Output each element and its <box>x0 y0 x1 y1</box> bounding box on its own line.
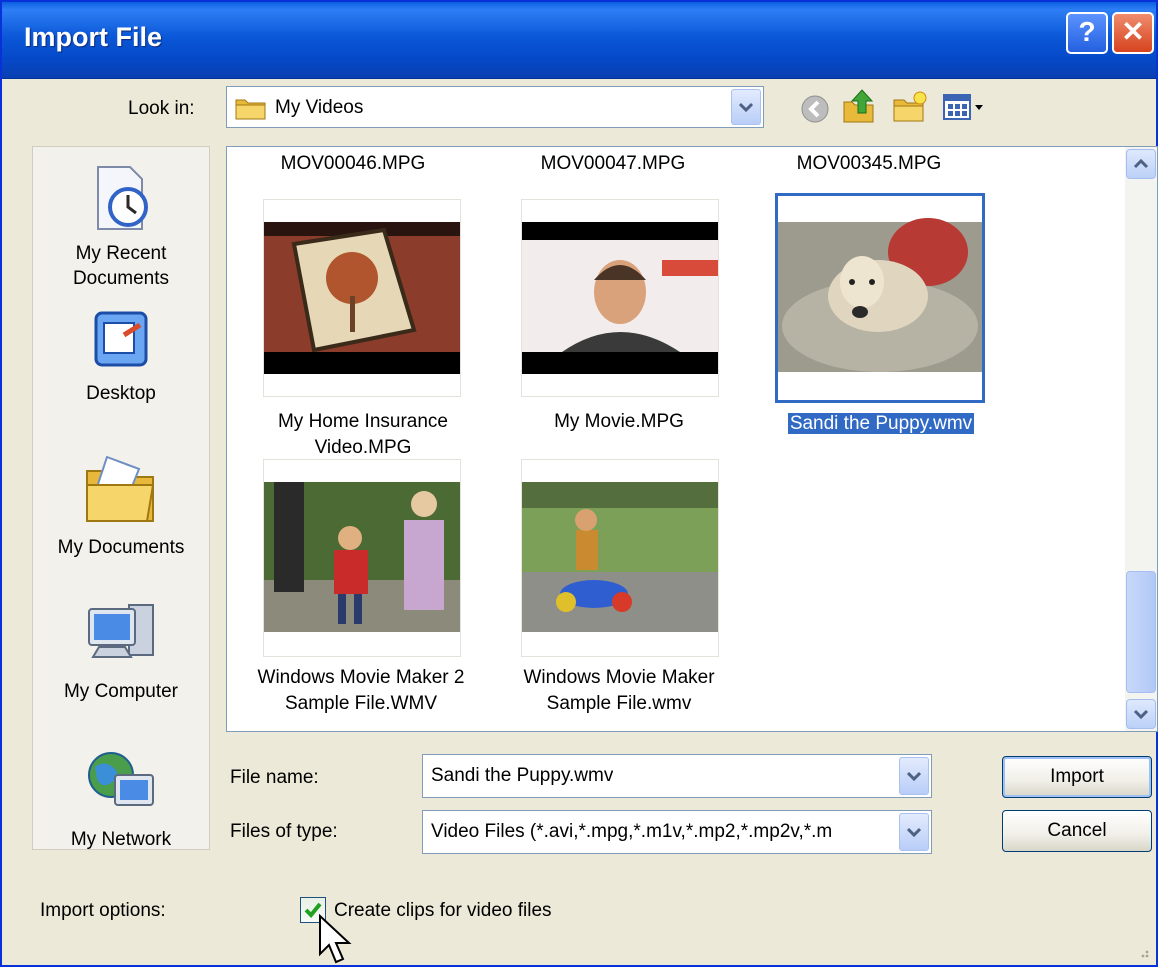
file-item-caption-selected[interactable]: Sandi the Puppy.wmv <box>761 411 1001 437</box>
place-label: My Network <box>70 829 172 850</box>
close-icon: ✕ <box>1121 16 1145 47</box>
up-one-level-icon[interactable] <box>842 88 876 124</box>
recent-documents-icon <box>97 166 148 230</box>
file-item-label: Video.MPG <box>314 437 412 458</box>
file-thumbnail[interactable] <box>521 199 719 397</box>
look-in-value: My Videos <box>275 97 364 118</box>
file-thumbnail[interactable] <box>263 459 461 657</box>
file-name-input[interactable]: Sandi the Puppy.wmv <box>431 765 613 787</box>
my-documents-icon <box>86 455 155 522</box>
place-my-recent-documents[interactable]: My Recent Documents <box>33 161 209 291</box>
help-icon: ? <box>1078 16 1096 47</box>
files-of-type-value: Video Files (*.avi,*.mpg,*.m1v,*.mp2,*.m… <box>431 821 833 842</box>
file-item-label: My Home Insurance <box>277 411 448 432</box>
import-file-dialog: Import File ? ✕ Look in: My Videos My Re… <box>0 0 1158 967</box>
chevron-down-icon <box>907 771 921 781</box>
place-label: My Recent <box>75 243 167 264</box>
file-item-caption[interactable]: My Movie.MPG <box>499 409 739 435</box>
title-bar[interactable]: Import File ? ✕ <box>2 2 1156 79</box>
chevron-down-icon <box>1133 709 1149 720</box>
place-label: Desktop <box>86 383 156 404</box>
import-options-label: Import options: <box>40 900 166 921</box>
file-list-view[interactable]: MOV00046.MPG MOV00047.MPG MOV00345.MPG M… <box>226 146 1158 732</box>
file-item-label: Sandi the Puppy.wmv <box>787 413 975 434</box>
file-name-label[interactable]: MOV00046.MPG <box>253 153 453 175</box>
look-in-dropdown[interactable]: My Videos <box>226 86 764 128</box>
desktop-icon <box>94 311 148 367</box>
back-icon[interactable] <box>800 94 830 124</box>
vertical-scrollbar[interactable] <box>1125 147 1157 731</box>
my-computer-icon <box>88 604 154 658</box>
folder-icon <box>235 99 266 120</box>
new-folder-icon[interactable] <box>892 90 928 124</box>
file-item-caption[interactable]: My Home Insurance Video.MPG <box>243 409 483 461</box>
place-label: My Documents <box>57 537 185 558</box>
chevron-up-icon <box>1133 158 1149 169</box>
window-title: Import File <box>24 22 163 52</box>
file-thumbnail-selected[interactable] <box>775 193 985 403</box>
file-item-label: Windows Movie Maker 2 <box>257 667 465 688</box>
close-button[interactable]: ✕ <box>1112 12 1154 54</box>
file-thumbnail[interactable] <box>521 459 719 657</box>
files-of-type-dropdown-button[interactable] <box>899 813 929 851</box>
video-thumbnail-wmm2-sample <box>264 482 460 632</box>
video-thumbnail-home-insurance <box>264 222 460 374</box>
video-thumbnail-wmm-sample <box>522 482 718 632</box>
files-of-type-label: Files of type: <box>230 821 338 842</box>
place-label: Documents <box>72 268 170 289</box>
file-name-field-label: File name: <box>230 767 319 788</box>
help-button[interactable]: ? <box>1066 12 1108 54</box>
place-desktop[interactable]: Desktop <box>33 305 209 406</box>
file-name-label[interactable]: MOV00047.MPG <box>513 153 713 175</box>
places-bar: My Recent Documents Desktop My Documents <box>32 146 210 850</box>
look-in-label: Look in: <box>128 98 195 119</box>
file-item-label: Sample File.WMV <box>284 693 438 714</box>
create-clips-label[interactable]: Create clips for video files <box>334 900 552 922</box>
place-my-computer[interactable]: My Computer <box>33 599 209 704</box>
scrollbar-thumb[interactable] <box>1126 571 1156 693</box>
file-name-combo[interactable]: Sandi the Puppy.wmv <box>422 754 932 798</box>
file-item-label: Sample File.wmv <box>546 693 692 714</box>
file-thumbnail[interactable] <box>263 199 461 397</box>
file-item-caption[interactable]: Windows Movie Maker 2 Sample File.WMV <box>241 665 481 717</box>
video-thumbnail-sandi-the-puppy <box>778 218 982 400</box>
place-my-network[interactable]: My Network <box>33 745 209 850</box>
chevron-down-icon <box>907 827 921 837</box>
file-item-caption[interactable]: Windows Movie Maker Sample File.wmv <box>499 665 739 717</box>
scroll-up-button[interactable] <box>1126 149 1156 179</box>
place-my-documents[interactable]: My Documents <box>33 449 209 560</box>
file-item-label: Windows Movie Maker <box>523 667 715 688</box>
resize-grip-icon[interactable] <box>1134 943 1150 959</box>
cancel-button[interactable]: Cancel <box>1002 810 1152 852</box>
file-name-label[interactable]: MOV00345.MPG <box>769 153 969 175</box>
views-menu-icon[interactable] <box>942 92 988 122</box>
scroll-down-button[interactable] <box>1126 699 1156 729</box>
chevron-down-icon <box>739 102 753 112</box>
import-button[interactable]: Import <box>1002 756 1152 798</box>
files-of-type-dropdown[interactable]: Video Files (*.avi,*.mpg,*.m1v,*.mp2,*.m… <box>422 810 932 854</box>
file-item-label: My Movie.MPG <box>554 411 684 432</box>
look-in-dropdown-button[interactable] <box>731 89 761 125</box>
place-label: My Computer <box>63 681 179 702</box>
my-network-icon <box>88 752 154 806</box>
mouse-pointer-icon <box>319 914 352 964</box>
file-name-dropdown-button[interactable] <box>899 757 929 795</box>
video-thumbnail-my-movie <box>522 222 718 374</box>
